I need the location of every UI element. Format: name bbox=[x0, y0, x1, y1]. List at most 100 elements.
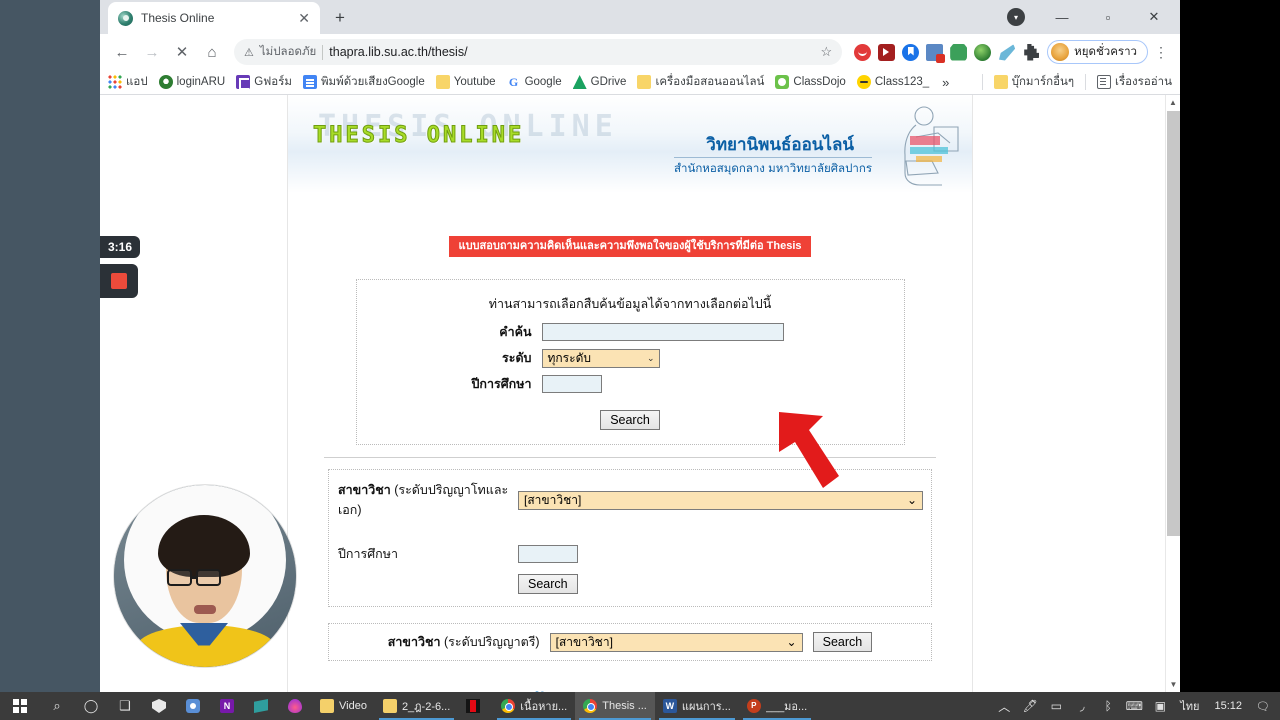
scroll-up-arrow-icon[interactable]: ▲ bbox=[1166, 95, 1180, 110]
onenote-icon[interactable]: N bbox=[210, 692, 244, 720]
avatar bbox=[1051, 43, 1070, 61]
survey-banner-link[interactable]: แบบสอบถามความคิดเห็นและความพึงพอใจของผู้… bbox=[449, 236, 811, 258]
bookmark-item[interactable]: Class123_ bbox=[856, 75, 929, 89]
bookmark-item[interactable]: GDrive bbox=[572, 75, 626, 89]
cortana-icon[interactable]: ◯ bbox=[74, 692, 108, 720]
bookmark-star-icon[interactable]: ☆ bbox=[821, 44, 833, 60]
pen-icon[interactable]: 🖊 bbox=[1017, 692, 1043, 720]
other-bookmarks-folder[interactable]: บุ๊กมาร์กอื่นๆ bbox=[993, 73, 1075, 91]
level-select[interactable]: ทุกระดับ ⌄ bbox=[541, 348, 660, 368]
year-row: ปีการศึกษา bbox=[357, 374, 904, 394]
google-docs-icon bbox=[302, 75, 317, 89]
taskbar-app-chrome-thesis[interactable]: Thesis ... bbox=[575, 692, 655, 720]
graduate-year-input[interactable] bbox=[518, 545, 578, 564]
search-button-undergraduate[interactable]: Search bbox=[812, 632, 873, 653]
paint-3d-icon[interactable] bbox=[278, 692, 312, 720]
taskbar-app-doc[interactable]: 2_ฎ-2-6... bbox=[375, 692, 458, 720]
feather-extension-icon[interactable] bbox=[999, 44, 1016, 61]
bookmarks-overflow-icon[interactable]: » bbox=[940, 75, 951, 90]
stop-loading-icon[interactable]: ✕ bbox=[168, 38, 196, 66]
recording-stop-button[interactable] bbox=[100, 264, 138, 298]
minimize-button[interactable]: — bbox=[1040, 1, 1084, 33]
extension-icons bbox=[850, 43, 1040, 63]
bluetooth-icon[interactable]: ᛒ bbox=[1095, 692, 1121, 720]
security-shield-icon[interactable] bbox=[142, 692, 176, 720]
video-downloader-extension-icon[interactable] bbox=[878, 43, 896, 61]
reading-list-button[interactable]: เรื่องรออ่าน bbox=[1097, 73, 1172, 91]
site-thai-subtitle: สำนักหอสมุดกลาง มหาวิทยาลัยศิลปากร bbox=[673, 157, 872, 178]
close-window-button[interactable]: ✕ bbox=[1132, 1, 1176, 33]
bookmark-item[interactable]: แอป bbox=[108, 73, 148, 91]
taskbar-app-word[interactable]: W แผนการ... bbox=[655, 692, 739, 720]
chrome-menu-icon[interactable]: ⋮ bbox=[1150, 39, 1172, 65]
stop-square-icon bbox=[111, 273, 127, 289]
extensions-puzzle-icon[interactable] bbox=[1024, 43, 1040, 61]
library-extension-icon[interactable] bbox=[926, 43, 946, 63]
address-bar[interactable]: ⚠ ไม่ปลอดภัย thapra.lib.su.ac.th/thesis/… bbox=[234, 39, 843, 65]
teal-app-icon[interactable] bbox=[244, 692, 278, 720]
idm-extension-icon[interactable] bbox=[974, 43, 992, 61]
bookmark-item[interactable]: Gฟอร์ม bbox=[236, 73, 292, 91]
search-icon[interactable]: ⌕ bbox=[40, 692, 74, 720]
graduate-major-select[interactable]: [สาขาวิชา] ⌄ bbox=[518, 490, 923, 510]
graduate-year-label: ปีการศึกษา bbox=[338, 547, 398, 562]
profile-chevron-icon[interactable]: ▾ bbox=[994, 1, 1038, 33]
search-button-basic[interactable]: Search bbox=[600, 410, 660, 431]
tray-chevron-up-icon[interactable]: ︿ bbox=[991, 692, 1017, 720]
taskbar-app-netflix[interactable] bbox=[458, 692, 493, 720]
home-icon[interactable]: ⌂ bbox=[198, 38, 226, 66]
graduate-major-label: สาขาวิชา (ระดับปริญญาโทและเอก) bbox=[338, 480, 518, 520]
search-button-graduate[interactable]: Search bbox=[518, 574, 578, 595]
profile-pause-button[interactable]: หยุดชั่วคราว bbox=[1047, 40, 1148, 64]
clock[interactable]: 15:12 bbox=[1206, 700, 1250, 712]
wifi-icon[interactable]: ◞ bbox=[1069, 692, 1095, 720]
evernote-extension-icon[interactable] bbox=[950, 43, 968, 61]
bookmark-item[interactable]: G Google bbox=[507, 75, 562, 89]
screen-root: Thesis Online ✕ + ▾ — ▫ ✕ ← → ✕ ⌂ ⚠ ไม่ป… bbox=[0, 0, 1280, 720]
window-controls: ▾ — ▫ ✕ bbox=[994, 0, 1180, 34]
taskbar-app-chrome-content[interactable]: เนื้อหาย... bbox=[493, 692, 575, 720]
year-input[interactable] bbox=[541, 375, 602, 394]
presenter-glasses-bridge bbox=[192, 576, 198, 579]
notification-center-icon[interactable]: 🗨 bbox=[1250, 692, 1276, 720]
bookmark-label: Gฟอร์ม bbox=[254, 76, 292, 88]
browser-tab-thesis-online[interactable]: Thesis Online ✕ bbox=[108, 2, 320, 34]
touchpad-icon[interactable]: ▣ bbox=[1147, 692, 1173, 720]
new-tab-button[interactable]: + bbox=[326, 4, 354, 32]
keyboard-icon[interactable]: ⌨ bbox=[1121, 692, 1147, 720]
camera-icon[interactable] bbox=[176, 692, 210, 720]
language-indicator[interactable]: ไทย bbox=[1173, 697, 1206, 715]
tab-close-icon[interactable]: ✕ bbox=[298, 11, 310, 25]
bookmark-extension-icon[interactable] bbox=[902, 43, 920, 61]
windows-taskbar: ⌕ ◯ ❑ N Video 2_ฎ-2-6... เนื้อหาย... The… bbox=[0, 692, 1280, 720]
chrome-icon bbox=[501, 699, 516, 713]
folder-icon bbox=[435, 75, 450, 89]
maximize-button[interactable]: ▫ bbox=[1086, 1, 1130, 33]
taskbar-app-video[interactable]: Video bbox=[312, 692, 375, 720]
bookmark-item[interactable]: Youtube bbox=[435, 75, 496, 89]
scrollbar-thumb[interactable] bbox=[1167, 111, 1180, 536]
page-scrollbar[interactable]: ▲ ▼ bbox=[1165, 95, 1180, 692]
undergraduate-major-select[interactable]: [สาขาวิชา] ⌄ bbox=[549, 632, 803, 652]
task-view-icon[interactable]: ❑ bbox=[108, 692, 142, 720]
powerpoint-icon: P bbox=[746, 699, 761, 713]
start-button[interactable] bbox=[0, 692, 40, 720]
level-selected-value: ทุกระดับ bbox=[547, 350, 591, 365]
level-label: ระดับ bbox=[502, 351, 532, 366]
taskbar-app-powerpoint[interactable]: P ___มอ... bbox=[739, 692, 815, 720]
google-g-icon: G bbox=[508, 75, 519, 89]
scroll-down-arrow-icon[interactable]: ▼ bbox=[1166, 677, 1180, 692]
forward-icon[interactable]: → bbox=[138, 38, 166, 66]
omnibox-divider bbox=[322, 44, 324, 60]
bookmark-item[interactable]: พิมพ์ด้วยเสียงGoogle bbox=[302, 73, 425, 91]
bookmark-item[interactable]: เครื่องมือสอนออนไลน์ bbox=[637, 73, 764, 91]
back-icon[interactable]: ← bbox=[108, 38, 136, 66]
bookmark-item[interactable]: ClassDojo bbox=[775, 75, 846, 89]
bookmark-item[interactable]: loginARU bbox=[158, 75, 225, 89]
folder-icon bbox=[320, 699, 334, 713]
keyword-input[interactable] bbox=[541, 323, 784, 342]
site-logo-text: THESIS ONLINE bbox=[312, 123, 525, 149]
pocket-extension-icon[interactable] bbox=[854, 43, 872, 61]
battery-icon[interactable]: ▭ bbox=[1043, 692, 1069, 720]
bookmark-label: บุ๊กมาร์กอื่นๆ bbox=[1011, 76, 1075, 88]
